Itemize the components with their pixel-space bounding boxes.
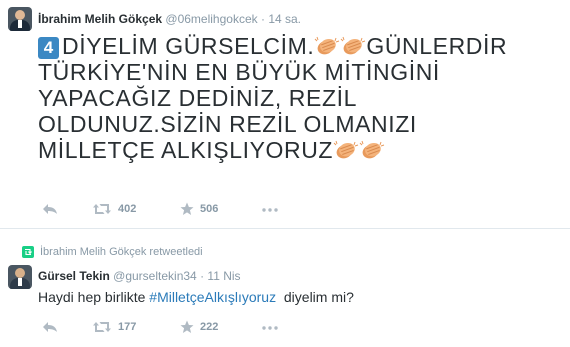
tweet-2-text-before: Haydi hep birlikte: [38, 289, 150, 305]
tweet-1-line-2: TÜRKİYE'NİN EN BÜYÜK MİTİNGİNİ: [38, 59, 440, 85]
favorite-count: 222: [200, 321, 219, 333]
tweet-1-line-4: OLDUNUZ.SİZİN REZİL OLMANIZI: [38, 111, 417, 137]
tweet-1-text-part-5: MİLLETÇE ALKIŞLIYORUZ: [38, 137, 334, 163]
retweet-count: 177: [118, 321, 137, 333]
retweet-context: İbrahim Melih Gökçek retweetledi: [22, 246, 203, 258]
tweet-2-timestamp[interactable]: 11 Nis: [207, 269, 240, 283]
favorite-button[interactable]: 506: [180, 202, 218, 216]
tweet-2-text-after: diyelim mi?: [276, 289, 354, 305]
retweet-icon: [92, 203, 112, 215]
tweet-2[interactable]: İbrahim Melih Gökçek retweetledi Gürsel …: [0, 229, 570, 347]
retweet-context-text[interactable]: İbrahim Melih Gökçek retweetledi: [40, 246, 203, 258]
tweet-2-fullname[interactable]: Gürsel Tekin: [38, 269, 110, 283]
retweet-icon: [92, 321, 112, 333]
tweet-1-fullname[interactable]: İbrahim Melih Gökçek: [38, 12, 162, 26]
avatar-gursel-tekin[interactable]: [8, 265, 32, 289]
clapping-hands-icon: [333, 139, 359, 161]
reply-icon: [42, 321, 58, 333]
retweet-badge-icon: [22, 246, 34, 258]
tweet-2-text: Haydi hep birlikte #MilletçeAlkışlıyoruz…: [38, 289, 354, 305]
tweet-1-separator: ·: [260, 12, 265, 26]
tweet-1[interactable]: İbrahim Melih Gökçek @06melihgokcek · 14…: [0, 0, 570, 229]
more-options-button[interactable]: [262, 326, 278, 330]
tweet-1-line-5: MİLLETÇE ALKIŞLIYORUZ: [38, 137, 538, 163]
tweet-2-header: Gürsel Tekin @gurseltekin34 · 11 Nis: [38, 269, 241, 283]
tweet-1-text-part-1: DİYELİM GÜRSELCİM.: [62, 33, 315, 59]
tweet-1-line-3: YAPACAĞIZ DEDİNİZ, REZİL: [38, 85, 357, 111]
retweet-count: 402: [118, 203, 137, 215]
retweet-button[interactable]: 177: [92, 321, 136, 333]
tweet-1-timestamp[interactable]: 14 sa.: [268, 12, 301, 26]
hashtag-link[interactable]: #MilletçeAlkışlıyoruz: [149, 289, 276, 305]
clapping-hands-icon: [314, 35, 340, 57]
reply-button[interactable]: [42, 321, 58, 333]
favorite-star-icon: [180, 320, 194, 334]
more-dots-icon: [262, 326, 278, 330]
favorite-button[interactable]: 222: [180, 320, 218, 334]
favorite-count: 506: [200, 203, 219, 215]
favorite-star-icon: [180, 202, 194, 216]
tweet-1-text: 4 DİYELİM GÜRSELCİM. GÜNLERDİR TÜRKİYE'NİN…: [38, 33, 538, 163]
reply-icon: [42, 203, 58, 215]
keycap-4-icon: 4: [38, 37, 59, 59]
more-dots-icon: [262, 208, 278, 212]
tweet-2-username[interactable]: @gurseltekin34: [113, 269, 197, 283]
more-options-button[interactable]: [262, 208, 278, 212]
tweet-1-username[interactable]: @06melihgokcek: [165, 12, 257, 26]
clapping-hands-icon: [340, 35, 366, 57]
tweet-1-line-1: 4 DİYELİM GÜRSELCİM. GÜNLERDİR: [38, 33, 538, 59]
avatar-ibrahim-melih-gokcek[interactable]: [8, 7, 32, 31]
tweet-1-header: İbrahim Melih Gökçek @06melihgokcek · 14…: [38, 12, 301, 26]
clapping-hands-icon: [359, 139, 385, 161]
retweet-button[interactable]: 402: [92, 203, 136, 215]
tweet-2-separator: ·: [200, 269, 205, 283]
reply-button[interactable]: [42, 203, 58, 215]
tweet-1-text-part-2: GÜNLERDİR: [366, 33, 508, 59]
